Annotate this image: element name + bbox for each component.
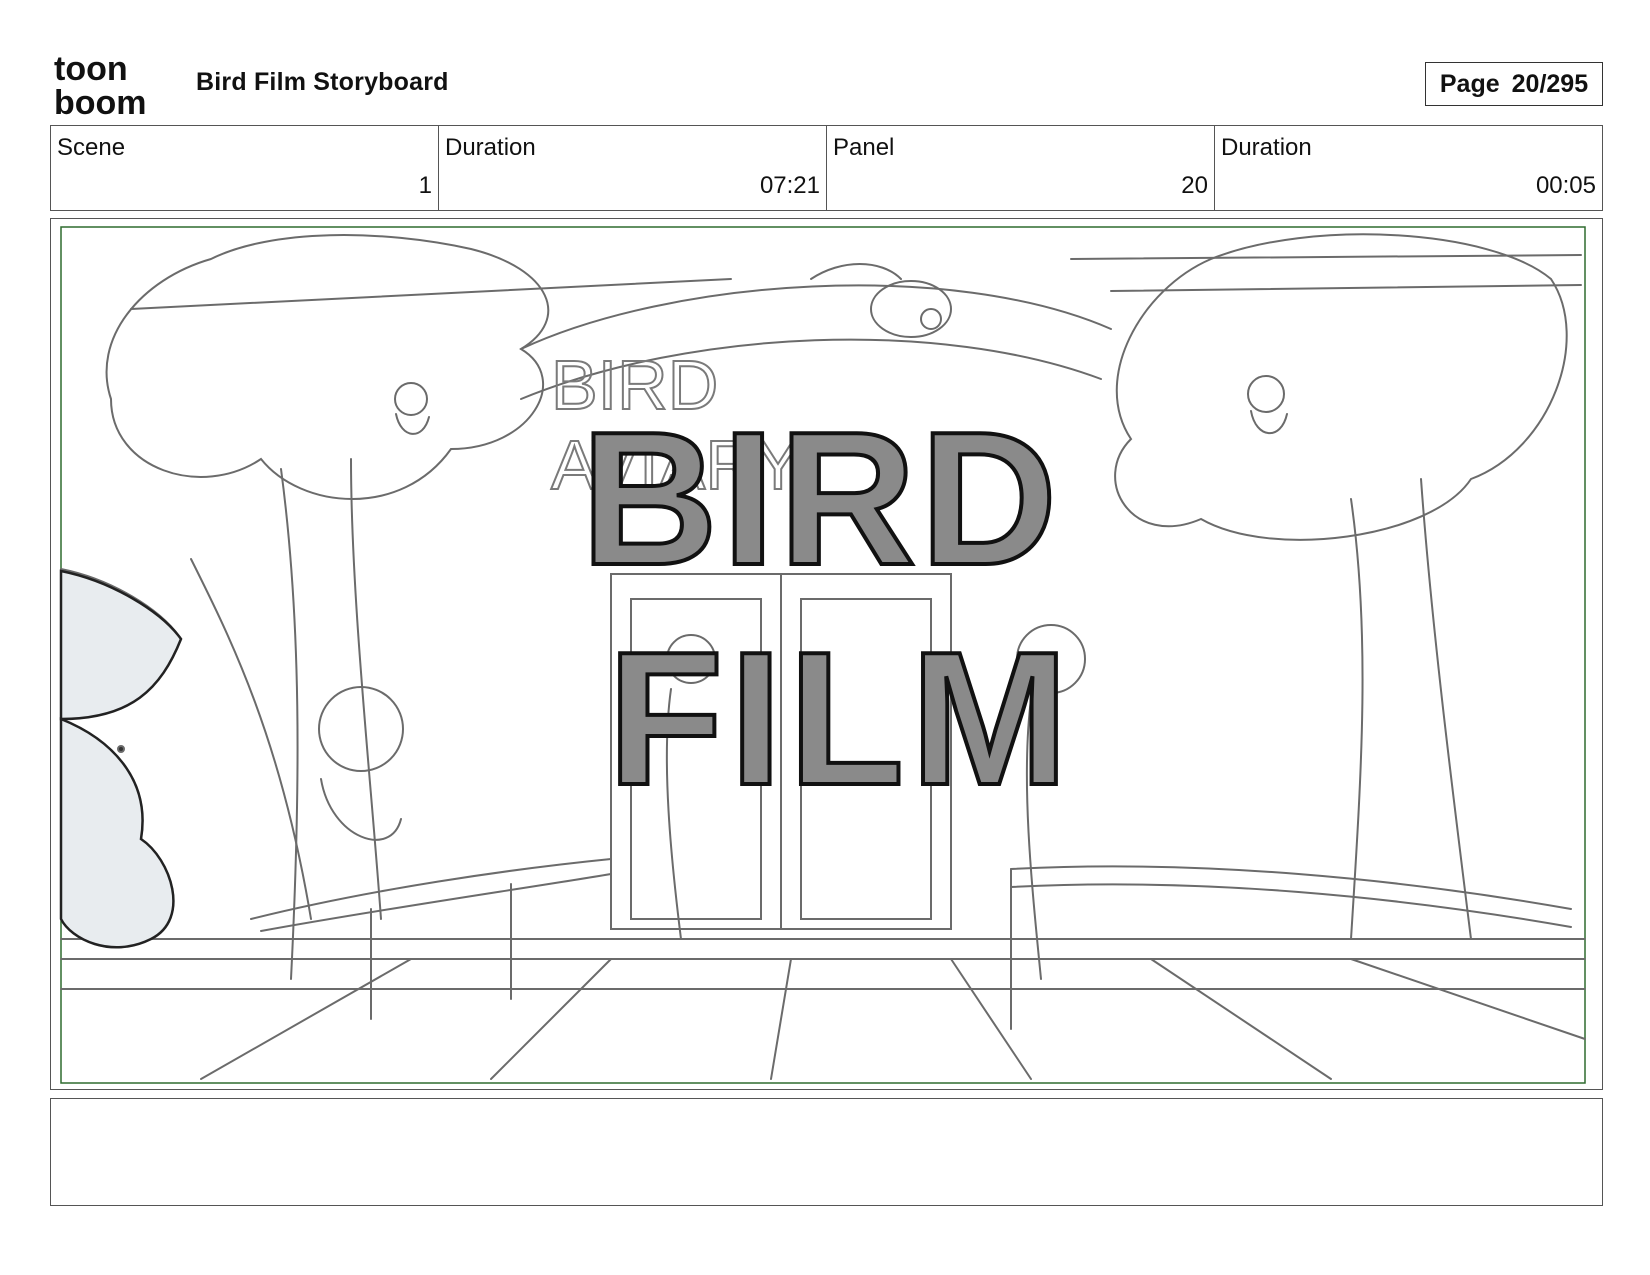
logo-line-2: boom: [54, 84, 147, 116]
panel-label: Panel: [833, 134, 895, 161]
toon-boom-logo: toon boom: [54, 52, 147, 116]
panel-duration-cell: Duration 00:05: [1215, 126, 1602, 210]
scene-cell: Scene 1: [51, 126, 439, 210]
panel-value: 20: [1181, 172, 1208, 199]
scene-duration-label: Duration: [445, 134, 536, 161]
character-body: [59, 717, 175, 949]
page-indicator: Page 20/295: [1425, 62, 1603, 106]
scene-duration-value: 07:21: [759, 172, 820, 199]
panel-sketch: BIRD AVIARY BIRD FILM: [59, 226, 1586, 1084]
page-label: Page: [1439, 69, 1500, 98]
title-line-1: BIRD: [581, 393, 1061, 605]
storyboard-panel: BIRD AVIARY BIRD FILM: [50, 218, 1603, 1090]
scene-label: Scene: [57, 134, 126, 161]
document-title: Bird Film Storyboard: [196, 68, 449, 96]
page-value: 20/295: [1511, 69, 1589, 98]
panel-duration-label: Duration: [1221, 134, 1312, 161]
title-line-2: FILM: [607, 613, 1074, 825]
logo-line-1: toon: [54, 52, 128, 88]
scene-duration-cell: Duration 07:21: [439, 126, 827, 210]
character-hair: [59, 569, 183, 721]
panel-caption: [50, 1098, 1603, 1206]
scene-value: 1: [418, 172, 432, 199]
panel-cell: Panel 20: [827, 126, 1215, 210]
scene-info-row: Scene 1 Duration 07:21 Panel 20 Duration…: [50, 125, 1603, 211]
panel-duration-value: 00:05: [1535, 172, 1596, 199]
